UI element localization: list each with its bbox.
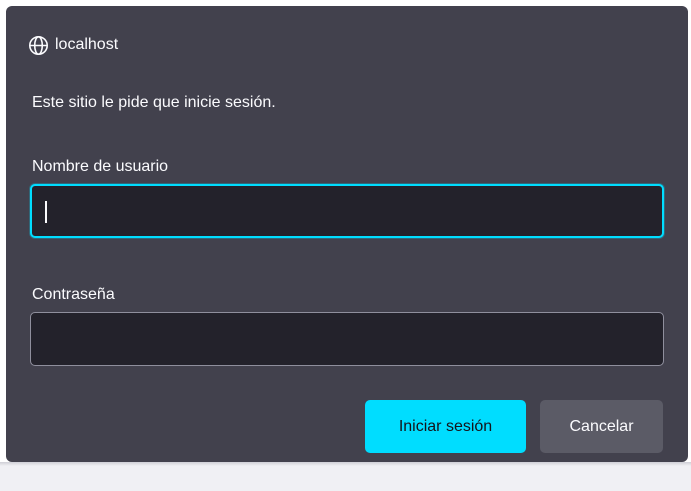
- dialog-message: Este sitio le pide que inicie sesión.: [32, 94, 276, 111]
- page-backdrop-shadow: [0, 462, 691, 466]
- text-caret: [45, 201, 47, 223]
- username-label: Nombre de usuario: [32, 158, 169, 175]
- cancel-button[interactable]: Cancelar: [540, 400, 663, 453]
- username-field[interactable]: [30, 184, 664, 238]
- sign-in-button[interactable]: Iniciar sesión: [365, 400, 526, 453]
- password-label: Contraseña: [32, 286, 115, 303]
- globe-icon: [28, 35, 49, 56]
- login-dialog: localhost Este sitio le pide que inicie …: [6, 6, 688, 462]
- password-field[interactable]: [30, 312, 664, 366]
- page-backdrop: [0, 462, 691, 491]
- dialog-host: localhost: [55, 36, 119, 53]
- dialog-header: localhost: [28, 34, 118, 56]
